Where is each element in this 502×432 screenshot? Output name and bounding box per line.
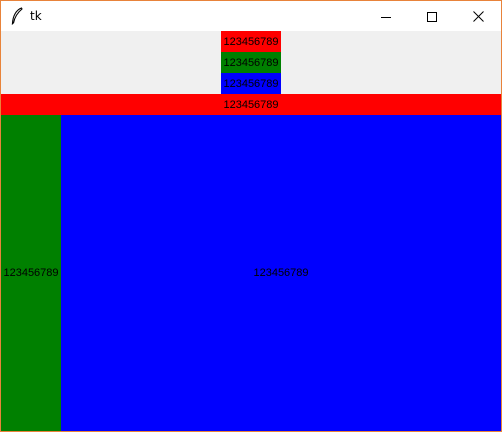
close-button[interactable] [455, 1, 501, 31]
app-window: tk 123456789 123456789 123456789 1234567… [0, 0, 502, 432]
minimize-button[interactable] [363, 1, 409, 31]
green-label-left: 123456789 [1, 115, 61, 431]
window-title: tk [30, 9, 42, 23]
blue-label-top: 123456789 [221, 73, 281, 94]
maximize-button[interactable] [409, 1, 455, 31]
red-label-bar: 123456789 [1, 94, 501, 115]
minimize-icon [381, 7, 391, 26]
maximize-icon [427, 7, 437, 26]
green-label-top: 123456789 [221, 52, 281, 73]
title-bar[interactable]: tk [1, 1, 501, 31]
client-area: 123456789 123456789 123456789 123456789 … [1, 31, 501, 431]
red-label-top: 123456789 [221, 31, 281, 52]
close-icon [472, 7, 484, 26]
feather-icon [10, 7, 24, 25]
blue-label-main: 123456789 [61, 115, 501, 431]
